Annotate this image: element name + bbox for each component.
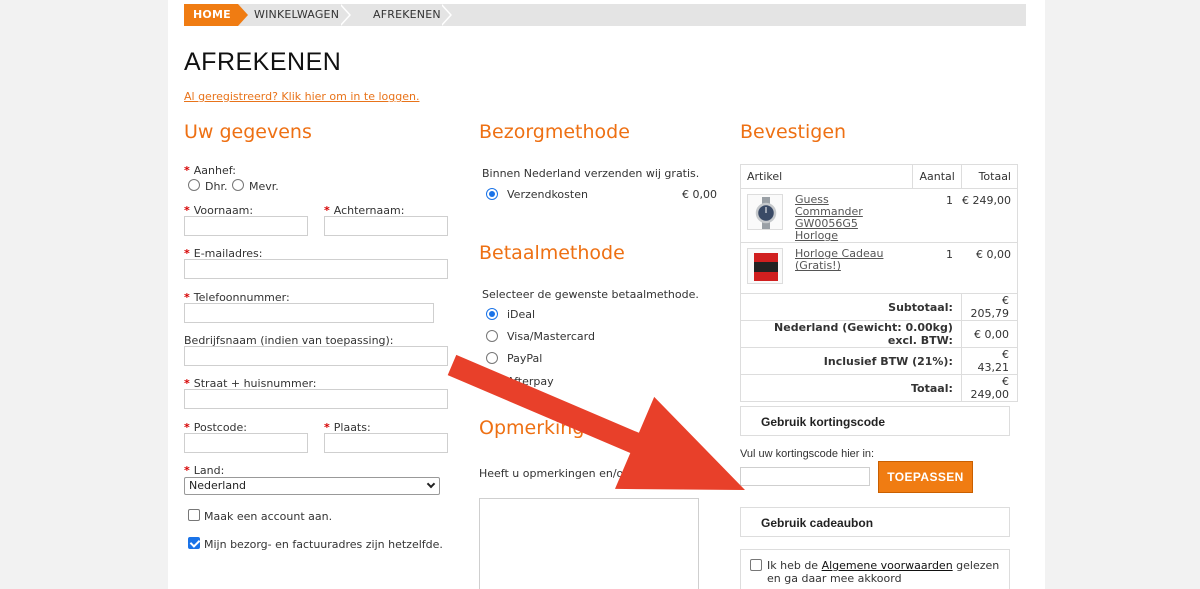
payment-afterpay-label: Afterpay xyxy=(507,375,554,388)
payment-ideal-radio[interactable] xyxy=(486,308,498,320)
breadcrumb-separator xyxy=(339,4,353,26)
payment-paypal-radio[interactable] xyxy=(486,352,498,364)
country-select[interactable]: Nederland xyxy=(184,477,440,495)
breadcrumb: HOME WINKELWAGEN AFREKENEN xyxy=(184,4,1026,26)
street-input[interactable] xyxy=(184,389,448,409)
breadcrumb-winkelwagen[interactable]: WINKELWAGEN xyxy=(254,4,339,26)
create-account-label: Maak een account aan. xyxy=(204,510,333,523)
summary-row: Subtotaal: € 205,79 xyxy=(740,293,1019,321)
firstname-input[interactable] xyxy=(184,216,308,236)
apply-coupon-button[interactable]: TOEPASSEN xyxy=(878,461,973,493)
table-row: Guess Commander GW0056G5 Horloge 1 € 249… xyxy=(740,188,1018,243)
summary-row: Inclusief BTW (21%): € 43,21 xyxy=(740,347,1019,375)
gift-thumbnail[interactable] xyxy=(747,248,783,284)
item-qty: 1 xyxy=(946,194,953,207)
column-header-aantal: Aantal xyxy=(911,164,962,189)
summary-label: Nederland (Gewicht: 0.00kg) excl. BTW: xyxy=(740,320,962,348)
remarks-textarea[interactable] xyxy=(479,498,699,589)
payment-visa-radio[interactable] xyxy=(486,330,498,342)
details-heading: Uw gegevens xyxy=(184,121,312,143)
voucher-accordion-label: Gebruik cadeaubon xyxy=(761,516,874,530)
summary-label: Inclusief BTW (21%): xyxy=(740,347,962,375)
company-input[interactable] xyxy=(184,346,448,366)
breadcrumb-home[interactable]: HOME xyxy=(184,4,248,26)
country-label: * Land: xyxy=(184,464,225,477)
payment-heading: Betaalmethode xyxy=(479,242,625,264)
summary-value: € 205,79 xyxy=(960,293,1019,321)
item-total: € 0,00 xyxy=(976,248,1011,261)
payment-paypal-label: PayPal xyxy=(507,352,543,365)
checkout-page: HOME WINKELWAGEN AFREKENEN AFREKENEN Al … xyxy=(168,0,1045,589)
payment-note: Selecteer de gewenste betaalmethode. xyxy=(482,288,699,301)
city-input[interactable] xyxy=(324,433,448,453)
login-link[interactable]: Al geregistreerd? Klik hier om in te log… xyxy=(184,90,419,103)
breadcrumb-afrekenen: AFREKENEN xyxy=(373,8,441,21)
shipping-heading: Bezorgmethode xyxy=(479,121,630,143)
coupon-accordion-label: Gebruik kortingscode xyxy=(761,415,886,429)
salutation-dhr-label: Dhr. xyxy=(205,180,228,193)
summary-value: € 0,00 xyxy=(960,320,1019,348)
summary-value: € 249,00 xyxy=(960,374,1019,402)
create-account-checkbox[interactable] xyxy=(188,509,200,521)
watch-icon xyxy=(755,197,777,229)
column-header-totaal: Totaal xyxy=(960,164,1019,189)
summary-row: Totaal: € 249,00 xyxy=(740,374,1019,402)
salutation-mevr-label: Mevr. xyxy=(249,180,279,193)
summary-label: Subtotaal: xyxy=(740,293,962,321)
product-link-guess[interactable]: Guess Commander GW0056G5 Horloge xyxy=(795,194,899,242)
item-qty: 1 xyxy=(946,248,953,261)
summary-row: Nederland (Gewicht: 0.00kg) excl. BTW: €… xyxy=(740,320,1019,348)
salutation-mevr-radio[interactable] xyxy=(232,179,244,191)
item-total: € 249,00 xyxy=(962,194,1011,207)
remarks-note: Heeft u opmerkingen en/of vragen? xyxy=(479,467,675,480)
product-link-cadeau[interactable]: Horloge Cadeau (Gratis!) xyxy=(795,248,899,284)
terms-box: Ik heb de Algemene voorwaarden gelezen e… xyxy=(740,549,1010,589)
table-row: Horloge Cadeau (Gratis!) 1 € 0,00 xyxy=(740,242,1018,294)
lastname-input[interactable] xyxy=(324,216,448,236)
same-address-label: Mijn bezorg- en factuuradres zijn hetzel… xyxy=(204,538,443,551)
summary-value: € 43,21 xyxy=(960,347,1019,375)
gift-box-icon xyxy=(754,253,778,281)
salutation-label: * Aanhef: xyxy=(184,164,236,177)
coupon-input[interactable] xyxy=(740,467,870,486)
shipping-option-label: Verzendkosten xyxy=(507,188,588,201)
confirm-heading: Bevestigen xyxy=(740,121,847,143)
watch-thumbnail[interactable] xyxy=(747,194,783,230)
country-select-value: Nederland xyxy=(189,479,247,492)
chevron-down-icon xyxy=(426,479,436,489)
phone-input[interactable] xyxy=(184,303,434,323)
coupon-accordion[interactable]: Gebruik kortingscode xyxy=(740,406,1010,436)
terms-text: Ik heb de Algemene voorwaarden gelezen e… xyxy=(767,559,1000,585)
shipping-option-price: € 0,00 xyxy=(682,188,717,201)
shipping-note: Binnen Nederland verzenden wij gratis. xyxy=(482,167,700,180)
column-header-artikel: Artikel xyxy=(740,164,913,189)
payment-visa-label: Visa/Mastercard xyxy=(507,330,595,343)
page-title: AFREKENEN xyxy=(184,48,342,76)
voucher-accordion[interactable]: Gebruik cadeaubon xyxy=(740,507,1010,537)
same-address-checkbox[interactable] xyxy=(188,537,200,549)
salutation-dhr-radio[interactable] xyxy=(188,179,200,191)
payment-afterpay-radio[interactable] xyxy=(486,375,498,387)
email-input[interactable] xyxy=(184,259,448,279)
terms-checkbox[interactable] xyxy=(750,559,762,571)
shipping-option-radio[interactable] xyxy=(486,188,498,200)
summary-label: Totaal: xyxy=(740,374,962,402)
postcode-input[interactable] xyxy=(184,433,308,453)
payment-ideal-label: iDeal xyxy=(507,308,536,321)
breadcrumb-separator xyxy=(440,4,454,26)
terms-link[interactable]: Algemene voorwaarden xyxy=(822,559,953,572)
order-summary-table: Artikel Aantal Totaal Guess Commander GW… xyxy=(740,164,1019,402)
remarks-heading: Opmerkingen xyxy=(479,417,609,439)
coupon-prompt: Vul uw kortingscode hier in: xyxy=(740,448,875,460)
